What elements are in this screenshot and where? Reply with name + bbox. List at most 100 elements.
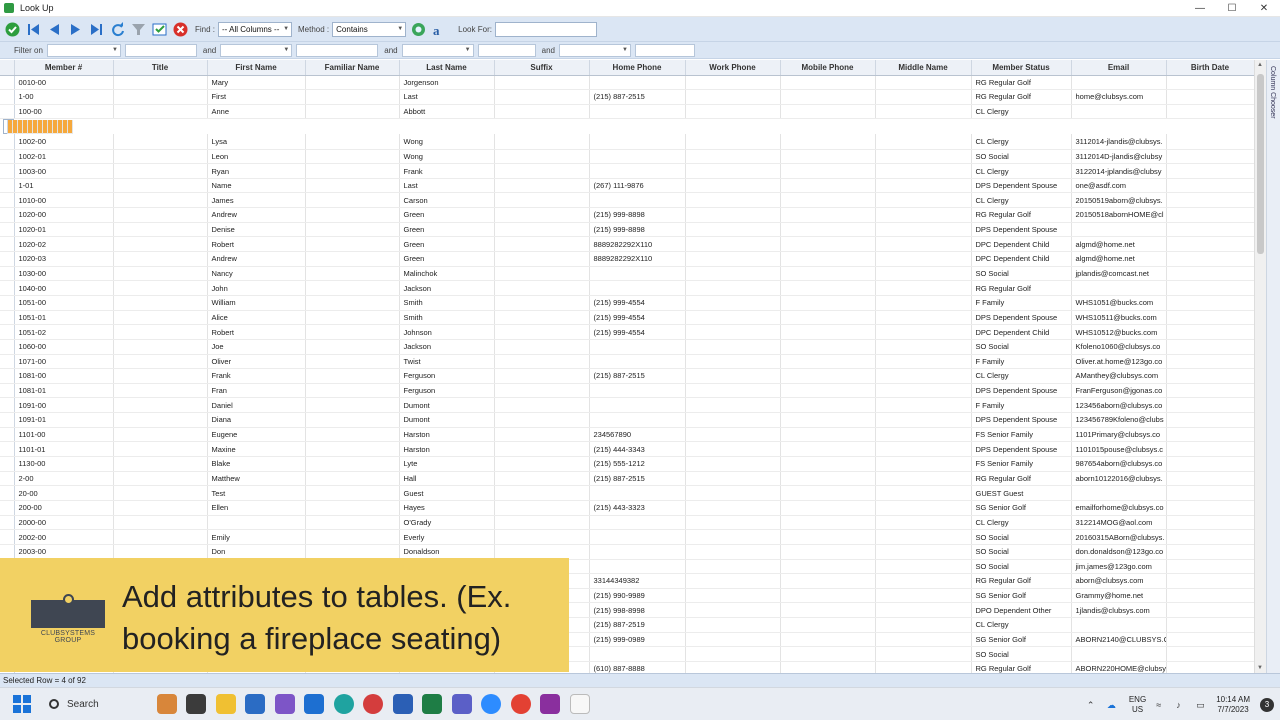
table-row[interactable]: 100-00 Anne Abbott CL Clergy [0, 104, 1254, 120]
table-cell[interactable] [305, 236, 400, 253]
table-cell[interactable] [494, 485, 590, 501]
table-cell[interactable]: algmd@home.net [1071, 236, 1167, 253]
row-indicator[interactable] [0, 529, 15, 545]
table-cell[interactable]: 123456aborn@clubsys.co [1071, 397, 1167, 414]
table-cell[interactable]: 200-00 [14, 500, 114, 516]
table-cell[interactable] [589, 75, 686, 91]
table-cell[interactable] [875, 149, 972, 165]
table-cell[interactable]: 1jlandis@clubsys.com [1071, 602, 1167, 619]
table-cell[interactable] [875, 529, 972, 545]
table-cell[interactable] [494, 251, 590, 267]
table-cell[interactable] [875, 310, 972, 326]
table-cell[interactable] [113, 324, 208, 340]
table-cell[interactable] [305, 222, 400, 238]
table-cell[interactable] [1166, 163, 1254, 179]
table-cell[interactable]: James [207, 192, 306, 209]
table-cell[interactable]: AManthey@clubsys.com [1071, 368, 1167, 384]
table-cell[interactable] [113, 280, 208, 296]
table-cell[interactable] [780, 354, 876, 370]
table-cell[interactable] [494, 178, 590, 194]
table-cell[interactable] [685, 588, 781, 604]
row-indicator[interactable] [0, 310, 15, 326]
find-column-select[interactable]: -- All Columns -- ▼ [218, 21, 293, 37]
table-cell[interactable]: 1002-01 [14, 149, 114, 165]
table-cell[interactable] [305, 178, 400, 194]
table-cell[interactable] [305, 339, 400, 355]
table-cell[interactable] [589, 354, 686, 370]
table-cell[interactable] [1166, 207, 1254, 223]
table-cell[interactable]: GUEST Guest [971, 485, 1072, 501]
table-cell[interactable]: (215) 443-3323 [589, 500, 686, 516]
table-row[interactable]: 1030-00 Nancy Malinchok SO Social jplandis@c… [0, 266, 1254, 282]
table-cell[interactable] [113, 515, 208, 531]
table-row[interactable]: 1040-00 John Jackson RG Regular Golf [0, 280, 1254, 296]
table-cell[interactable] [780, 75, 876, 91]
table-cell[interactable] [305, 412, 400, 428]
table-cell[interactable]: Wong [399, 134, 495, 150]
table-cell[interactable] [1166, 354, 1254, 370]
table-cell[interactable] [780, 456, 876, 472]
table-cell[interactable] [113, 236, 208, 253]
table-cell[interactable]: F Family [971, 397, 1072, 414]
table-cell[interactable] [494, 427, 590, 443]
table-cell[interactable]: algmd@home.net [1071, 251, 1167, 267]
filter-icon[interactable] [130, 21, 147, 38]
table-cell[interactable] [113, 427, 208, 443]
table-row[interactable]: 1071-00 Oliver Twist F Family Oliver.at.home… [0, 354, 1254, 370]
table-cell[interactable] [494, 412, 590, 428]
table-row[interactable]: 1020-01 Denise Green (215) 999-8898 DPS Depe… [0, 222, 1254, 238]
table-cell[interactable]: 1051-01 [14, 310, 114, 326]
table-cell[interactable] [113, 529, 208, 545]
excel-icon[interactable] [422, 694, 443, 714]
table-cell[interactable]: Ryan [207, 163, 306, 179]
table-row[interactable]: 1002-00 Lysa Wong CL Clergy 3112014-jlandis@… [0, 134, 1254, 150]
table-cell[interactable] [494, 149, 590, 165]
column-header[interactable]: Suffix [494, 60, 590, 76]
table-cell[interactable] [494, 471, 590, 487]
table-cell[interactable]: Ferguson [399, 368, 495, 384]
table-cell[interactable]: (215) 999-8898 [589, 207, 686, 223]
table-cell[interactable]: 312214MOG@aol.com [1071, 515, 1167, 531]
table-cell[interactable] [113, 222, 208, 238]
table-cell[interactable]: RG Regular Golf [971, 89, 1072, 105]
table-cell[interactable] [875, 295, 972, 311]
table-cell[interactable]: CL Clergy [971, 192, 1072, 209]
table-cell[interactable]: SO Social [971, 544, 1072, 560]
table-cell[interactable] [1071, 222, 1167, 238]
table-cell[interactable]: Robert [207, 324, 306, 340]
table-cell[interactable]: SO Social [971, 559, 1072, 575]
table-cell[interactable] [875, 544, 972, 560]
scroll-up-icon[interactable]: ▲ [1257, 62, 1263, 68]
table-cell[interactable] [780, 661, 876, 673]
table-cell[interactable] [1166, 324, 1254, 340]
table-cell[interactable] [875, 236, 972, 253]
table-cell[interactable] [685, 89, 781, 105]
table-row[interactable]: 1091-00 Daniel Dumont F Family 123456aborn@c… [0, 397, 1254, 414]
column-chooser-tab[interactable]: Column Chooser [1266, 60, 1280, 673]
table-cell[interactable] [780, 280, 876, 296]
table-cell[interactable] [875, 588, 972, 604]
table-row[interactable]: 1-01 Name Last (267) 111-9876 DPS Dependent … [0, 178, 1254, 194]
table-cell[interactable]: Robert [207, 236, 306, 253]
table-cell[interactable]: SO Social [971, 646, 1072, 662]
table-cell[interactable]: 1002-00 [14, 134, 114, 150]
onedrive-icon[interactable]: ☁ [1107, 700, 1119, 710]
table-cell[interactable]: SG Senior Golf [971, 588, 1072, 604]
table-row[interactable]: 2000-00 O'Grady CL Clergy 312214MOG@aol.com [0, 515, 1254, 531]
table-cell[interactable] [685, 280, 781, 296]
table-row[interactable]: 1091-01 Diana Dumont DPS Dependent Spouse 12… [0, 412, 1254, 428]
table-cell[interactable] [1166, 75, 1254, 91]
table-cell[interactable] [1166, 295, 1254, 311]
table-cell[interactable]: jplandis@comcast.net [1071, 266, 1167, 282]
table-cell[interactable] [780, 104, 876, 120]
table-cell[interactable] [589, 192, 686, 209]
table-cell[interactable] [305, 485, 400, 501]
table-row[interactable]: 0010-00 Mary Jorgenson RG Regular Golf [0, 75, 1254, 91]
table-cell[interactable]: Lyte [399, 456, 495, 472]
table-cell[interactable]: Anne [207, 104, 306, 120]
notification-badge[interactable]: 3 [1260, 697, 1274, 712]
table-cell[interactable]: 20150518abornHOME@cl [1071, 207, 1167, 223]
table-cell[interactable]: Harston [399, 441, 495, 458]
table-cell[interactable]: Nancy [207, 266, 306, 282]
table-cell[interactable]: John [207, 280, 306, 296]
